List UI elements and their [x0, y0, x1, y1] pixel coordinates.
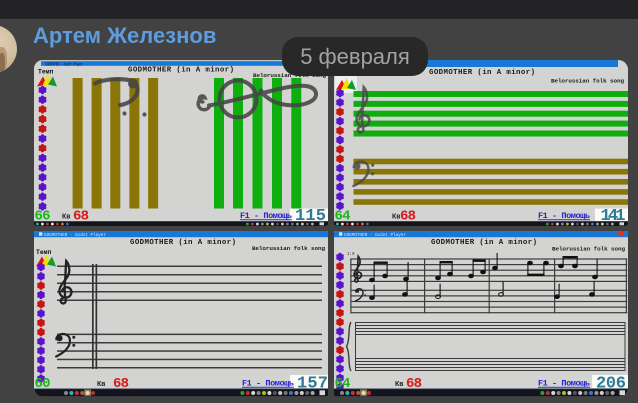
- svg-text:Темп: Темп: [38, 69, 54, 76]
- svg-text:GODMOTHER (in A minor): GODMOTHER (in A minor): [429, 69, 535, 77]
- svg-text:Belorussian folk song: Belorussian folk song: [551, 78, 624, 85]
- svg-text:Кв: Кв: [395, 381, 403, 389]
- svg-text:Темп: Темп: [36, 249, 52, 256]
- svg-text:GODMOTHER - Godot Player: GODMOTHER - Godot Player: [344, 233, 406, 238]
- svg-text:Belorussian folk song: Belorussian folk song: [252, 245, 325, 252]
- svg-text:GODMOTHER (in A minor): GODMOTHER (in A minor): [128, 67, 234, 75]
- svg-text:Belorussian folk song: Belorussian folk song: [552, 246, 625, 253]
- svg-text:GODMOTHER (in A minor): GODMOTHER (in A minor): [130, 239, 236, 247]
- svg-text:Кв: Кв: [62, 214, 70, 222]
- svg-text:GODMOTHER (in A minor): GODMOTHER (in A minor): [431, 239, 537, 247]
- svg-text:1:0: 1:0: [347, 253, 355, 257]
- svg-text:GODMOTHER - Godot Player: GODMOTHER - Godot Player: [45, 62, 83, 67]
- svg-text:Кв: Кв: [97, 381, 105, 389]
- svg-text:GODMOTHER - Godot Player: GODMOTHER - Godot Player: [44, 233, 106, 238]
